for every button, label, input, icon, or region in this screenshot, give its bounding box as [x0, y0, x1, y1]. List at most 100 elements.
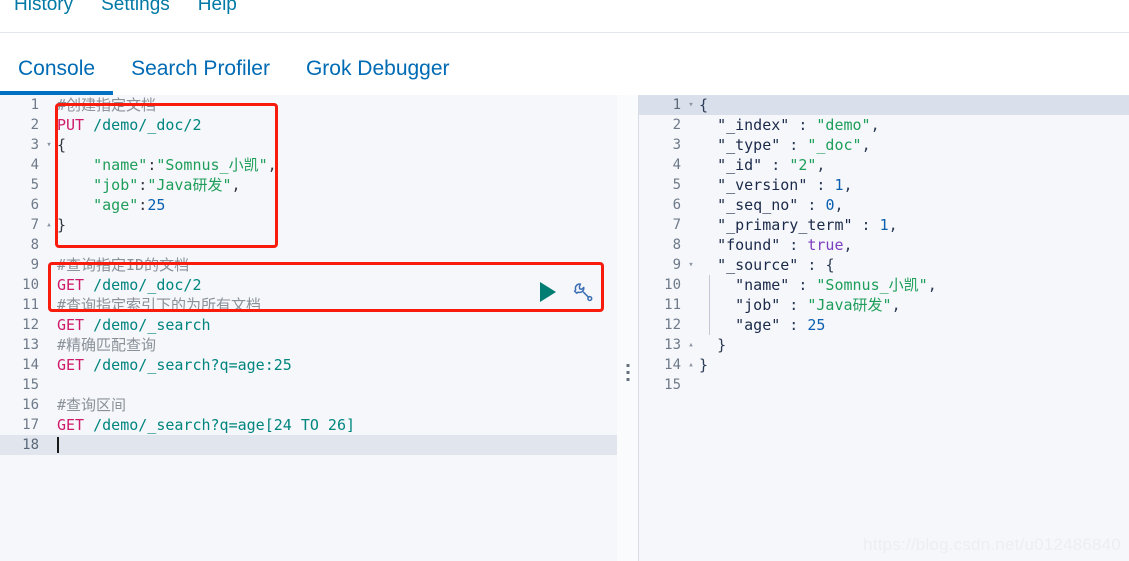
top-menu-bar: History Settings Help [0, 0, 1129, 33]
code-text: #创建指定文档 [57, 96, 157, 114]
code-line[interactable]: 9 #查询指定ID的文档 [0, 255, 617, 275]
request-action-buttons [540, 281, 594, 303]
code-line[interactable]: 2 PUT /demo/_doc/2 [0, 115, 617, 135]
code-line[interactable]: 6 "_seq_no" : 0, [639, 195, 1129, 215]
line-number: 2 [30, 117, 39, 133]
code-line[interactable]: 17 GET /demo/_search?q=age[24 TO 26] [0, 415, 617, 435]
line-number: 14 [22, 357, 39, 373]
code-line[interactable]: 11 "job" : "Java研发", [639, 295, 1129, 315]
code-line[interactable]: 3 "_type" : "_doc", [639, 135, 1129, 155]
code-line[interactable]: 5 "job":"Java研发", [0, 175, 617, 195]
pane-splitter[interactable] [617, 95, 639, 561]
code-line[interactable]: 12 "age" : 25 [639, 315, 1129, 335]
code-line[interactable]: 5 "_version" : 1, [639, 175, 1129, 195]
code-line[interactable]: 9 ▾ "_source" : { [639, 255, 1129, 275]
line-number: 8 [672, 237, 681, 253]
code-line[interactable]: 14 ▴} [639, 355, 1129, 375]
code-line[interactable]: 13 ▴ } [639, 335, 1129, 355]
tab-strip: Console Search Profiler Grok Debugger [0, 33, 1129, 95]
code-line[interactable]: 8 "found" : true, [639, 235, 1129, 255]
tab-grok-debugger[interactable]: Grok Debugger [288, 58, 468, 95]
code-text: #查询指定索引下的为所有文档 [57, 296, 262, 314]
code-text: #查询区间 [57, 396, 127, 414]
code-line[interactable]: 7 "_primary_term" : 1, [639, 215, 1129, 235]
code-line[interactable]: 6 "age":25 [0, 195, 617, 215]
code-text: "found" : true, [717, 236, 853, 254]
code-line[interactable]: 8 [0, 235, 617, 255]
fold-up-icon[interactable]: ▴ [686, 355, 696, 375]
tab-console[interactable]: Console [0, 58, 114, 95]
code-text: "_source" : { [717, 256, 835, 274]
fold-down-icon[interactable]: ▾ [44, 135, 54, 155]
line-number: 9 [30, 257, 39, 273]
line-number: 13 [664, 337, 681, 353]
line-number: 8 [30, 237, 39, 253]
line-number: 6 [30, 197, 39, 213]
wrench-icon[interactable] [572, 281, 594, 303]
menu-item-settings[interactable]: Settings [87, 0, 184, 20]
grip-dot [626, 371, 630, 374]
code-text: "_version" : 1, [717, 176, 853, 194]
menu-item-list: History Settings Help [0, 0, 251, 20]
code-line[interactable]: 10 GET /demo/_doc/2 [0, 275, 617, 295]
code-text: "age":25 [93, 196, 166, 214]
code-line[interactable]: 4 "_id" : "2", [639, 155, 1129, 175]
code-line[interactable]: 10 "name" : "Somnus_小凯", [639, 275, 1129, 295]
code-text: { [57, 136, 67, 154]
code-line[interactable]: 13 #精确匹配查询 [0, 335, 617, 355]
code-line[interactable]: 3 ▾{ [0, 135, 617, 155]
fold-down-icon[interactable]: ▾ [686, 255, 696, 275]
code-text: } [699, 356, 709, 374]
response-output[interactable]: 1 ▾{2 "_index" : "demo", 3 "_type" : "_doc… [639, 95, 1129, 561]
code-text: "_seq_no" : 0, [717, 196, 844, 214]
code-text: GET /demo/_search?q=age[24 TO 26] [57, 416, 356, 434]
fold-down-icon[interactable]: ▾ [686, 95, 696, 115]
code-text: "_type" : "_doc", [717, 136, 871, 154]
code-line[interactable]: 4 "name":"Somnus_小凯", [0, 155, 617, 175]
line-number: 1 [672, 97, 681, 113]
code-line[interactable]: 15 [639, 375, 1129, 395]
code-line[interactable]: 11 #查询指定索引下的为所有文档 [0, 295, 617, 315]
fold-up-icon[interactable]: ▴ [44, 215, 54, 235]
code-line[interactable]: 15 [0, 375, 617, 395]
code-line[interactable]: 1 ▾{ [639, 95, 1129, 115]
code-text: GET /demo/_doc/2 [57, 276, 202, 294]
line-number: 17 [22, 417, 39, 433]
line-number: 11 [22, 297, 39, 313]
line-number: 7 [672, 217, 681, 233]
fold-up-icon[interactable]: ▴ [686, 335, 696, 355]
code-text: GET /demo/_search?q=age:25 [57, 356, 292, 374]
code-line[interactable]: 14 GET /demo/_search?q=age:25 [0, 355, 617, 375]
line-number: 1 [30, 97, 39, 113]
menu-item-history[interactable]: History [0, 0, 87, 20]
code-line[interactable]: 16 #查询区间 [0, 395, 617, 415]
code-text: "_id" : "2", [717, 156, 826, 174]
request-editor[interactable]: 1 #创建指定文档 2 PUT /demo/_doc/2 3 ▾{4 "name":"So… [0, 95, 617, 561]
code-text: } [57, 216, 67, 234]
menu-item-help[interactable]: Help [184, 0, 251, 20]
line-number: 16 [22, 397, 39, 413]
play-icon[interactable] [540, 282, 556, 302]
line-number: 3 [30, 137, 39, 153]
code-line[interactable]: 7 ▴} [0, 215, 617, 235]
line-number: 10 [22, 277, 39, 293]
line-number: 7 [30, 217, 39, 233]
watermark: https://blog.csdn.net/u012486840 [863, 535, 1121, 554]
code-text: "job" : "Java研发", [689, 295, 1129, 315]
code-line[interactable]: 12 GET /demo/_search [0, 315, 617, 335]
code-text: #查询指定ID的文档 [57, 256, 190, 274]
tab-search-profiler[interactable]: Search Profiler [113, 58, 288, 95]
line-number: 12 [664, 317, 681, 333]
grip-dot [626, 364, 630, 367]
code-text: "job":"Java研发", [93, 176, 241, 194]
indent-guide [709, 295, 710, 315]
code-line[interactable]: 1 #创建指定文档 [0, 95, 617, 115]
code-line[interactable]: 2 "_index" : "demo", [639, 115, 1129, 135]
code-text: "_primary_term" : 1, [717, 216, 898, 234]
output-line-list: 1 ▾{2 "_index" : "demo", 3 "_type" : "_doc… [639, 95, 1129, 395]
code-line[interactable]: 18 [0, 435, 617, 455]
indent-guide [709, 275, 710, 295]
code-text: "_index" : "demo", [717, 116, 880, 134]
splitter-grip-icon[interactable] [626, 364, 630, 381]
line-number: 4 [30, 157, 39, 173]
